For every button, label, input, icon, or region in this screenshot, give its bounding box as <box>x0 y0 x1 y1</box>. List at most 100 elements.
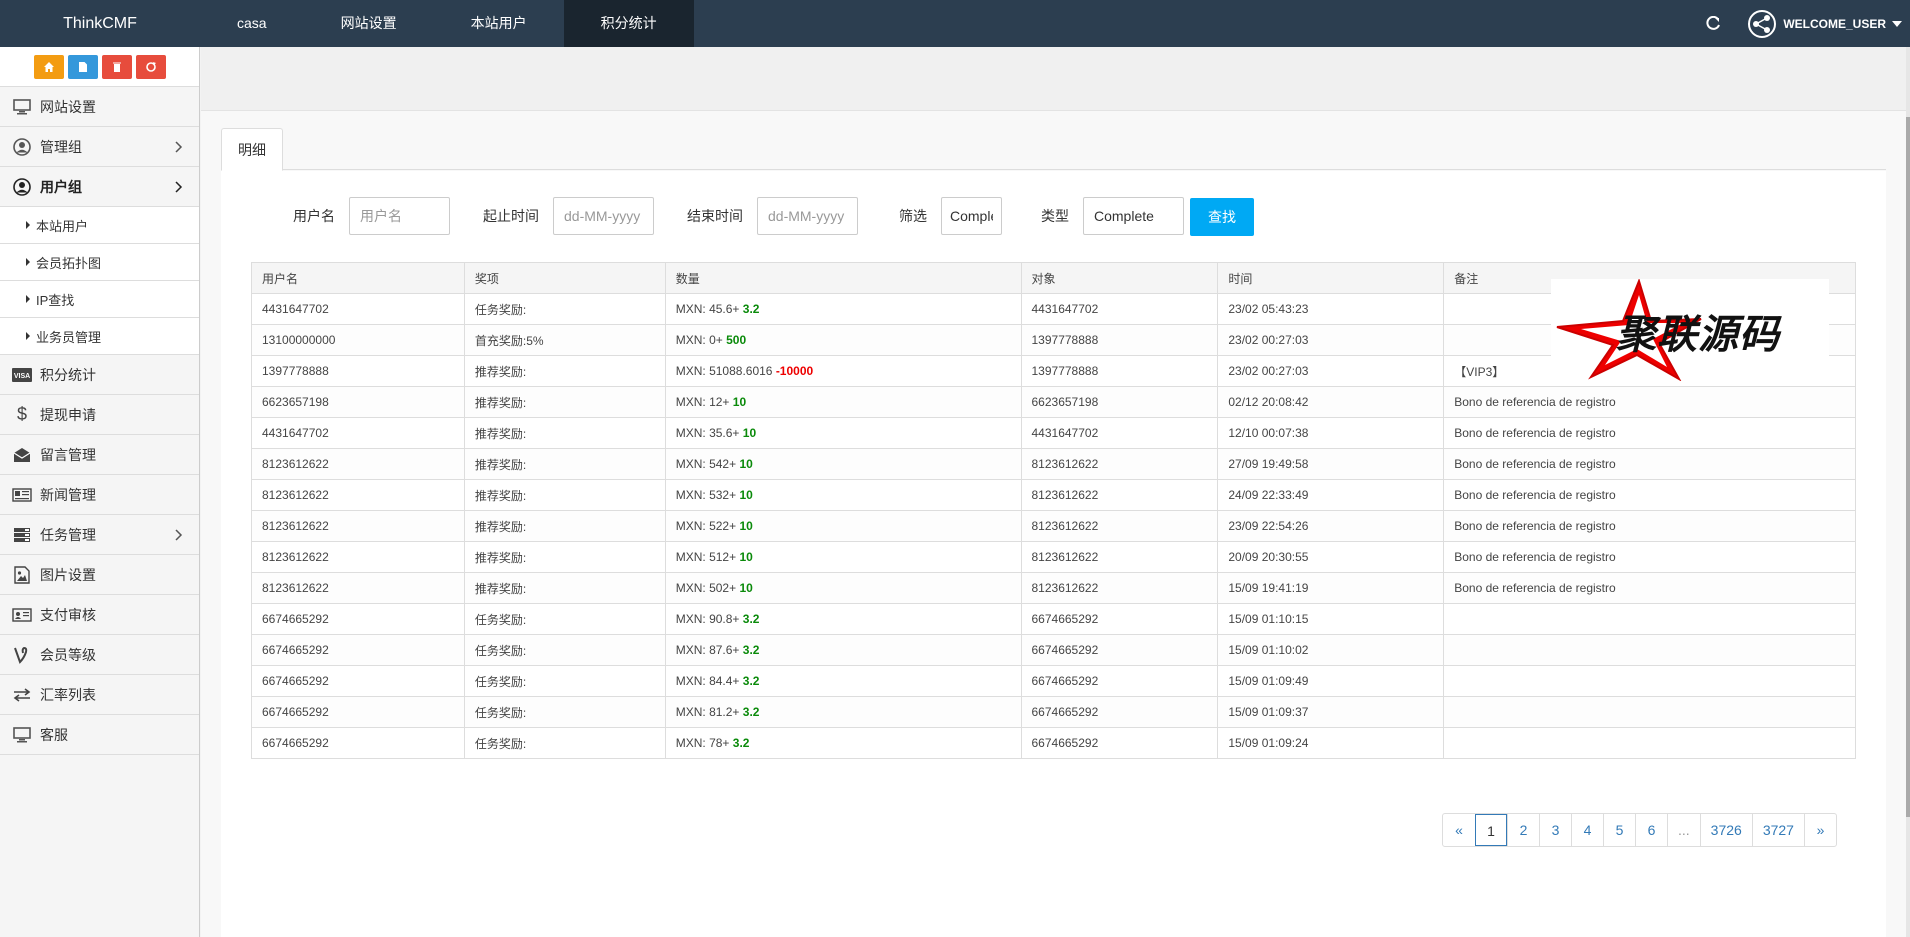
sidebar-subitem-ip-lookup[interactable]: IP查找 <box>0 281 199 318</box>
cell-award: 推荐奖励: <box>463 572 666 604</box>
image-icon <box>12 565 32 584</box>
topnav-site-settings[interactable]: 网站设置 <box>304 0 434 47</box>
sidebar-item-label: 支付审核 <box>40 606 96 623</box>
amount-value: 10 <box>739 488 753 502</box>
recycle-shortcut-button[interactable] <box>135 54 166 79</box>
pagination-page[interactable]: 3726 <box>1699 814 1752 846</box>
sidebar-item-label: 管理组 <box>40 138 82 155</box>
cell-time: 15/09 19:41:19 <box>1217 572 1445 604</box>
caret-right-icon <box>26 258 30 266</box>
refresh-icon[interactable] <box>1705 15 1721 32</box>
sidebar-item-label: 新闻管理 <box>40 486 96 503</box>
sidebar-shortcuts <box>0 47 199 87</box>
end-date-input[interactable] <box>757 197 858 235</box>
file-shortcut-button[interactable] <box>67 54 98 79</box>
pagination-page[interactable]: 1 <box>1475 814 1507 846</box>
brand-logo[interactable]: ThinkCMF <box>0 0 200 47</box>
scrollbar-thumb[interactable] <box>1906 117 1910 817</box>
watermark-text: 聚联源码 <box>1616 312 1780 358</box>
cell-note <box>1443 603 1856 635</box>
tab-details[interactable]: 明细 <box>221 128 283 171</box>
pagination: «1 2 3 4 5 6... 3726 3727» <box>1442 813 1837 847</box>
sidebar-item-admin-group[interactable]: 管理组 <box>0 127 199 167</box>
type-select[interactable] <box>1083 197 1184 235</box>
table-row: 6674665292 任务奖励: MXN: 84.4+ 3.2 6674665292 1… <box>251 665 1856 697</box>
pagination-page: ... <box>1667 814 1700 846</box>
cell-username: 4431647702 <box>251 417 465 449</box>
sidebar-item-news[interactable]: 新闻管理 <box>0 475 199 515</box>
amount-base: MXN: 81.2+ <box>675 705 740 719</box>
sidebar-item-member-levels[interactable]: 会员等级 <box>0 635 199 675</box>
cell-time: 23/02 05:43:23 <box>1217 293 1445 325</box>
pagination-page[interactable]: 5 <box>1603 814 1635 846</box>
sidebar-subitem-site-users[interactable]: 本站用户 <box>0 207 199 244</box>
pagination-prev[interactable]: « <box>1443 814 1475 846</box>
amount-value: 10 <box>732 395 747 409</box>
sidebar-item-label: 会员等级 <box>40 646 96 663</box>
sidebar-item-customer-service[interactable]: 客服 <box>0 715 199 755</box>
sidebar-item-messages[interactable]: 留言管理 <box>0 435 199 475</box>
amount-value: 3.2 <box>742 302 760 316</box>
sidebar-item-site-settings[interactable]: 网站设置 <box>0 87 199 127</box>
cell-target: 1397778888 <box>1020 324 1219 356</box>
sidebar-item-points-stats[interactable]: VISA 积分统计 <box>0 355 199 395</box>
cell-amount: MXN: 81.2+ 3.2 <box>664 696 1022 728</box>
start-date-input[interactable] <box>553 197 654 235</box>
sidebar-subitem-member-topology[interactable]: 会员拓扑图 <box>0 244 199 281</box>
page-scrollbar[interactable] <box>1906 47 1910 937</box>
amount-value: -10000 <box>775 364 814 378</box>
username-input[interactable] <box>349 197 450 235</box>
amount-base: MXN: 522+ <box>675 519 737 533</box>
sidebar-item-tasks[interactable]: 任务管理 <box>0 515 199 555</box>
pagination-page[interactable]: 3 <box>1539 814 1571 846</box>
table-row: 4431647702 推荐奖励: MXN: 35.6+ 10 4431647702 12… <box>251 417 1856 449</box>
cell-time: 24/09 22:33:49 <box>1217 479 1445 511</box>
filter-select[interactable] <box>941 197 1002 235</box>
sidebar-item-user-group[interactable]: 用户组 <box>0 167 199 207</box>
sidebar-subitem-salesman[interactable]: 业务员管理 <box>0 318 199 355</box>
cell-amount: MXN: 45.6+ 3.2 <box>664 293 1022 325</box>
cell-time: 23/02 00:27:03 <box>1217 324 1445 356</box>
table-row: 6674665292 任务奖励: MXN: 87.6+ 3.2 6674665292 1… <box>251 634 1856 666</box>
cell-username: 6623657198 <box>251 386 465 418</box>
topnav-site-users[interactable]: 本站用户 <box>434 0 564 47</box>
svg-text:VISA: VISA <box>14 373 30 380</box>
cell-target: 1397778888 <box>1020 355 1219 387</box>
sidebar-item-images[interactable]: 图片设置 <box>0 555 199 595</box>
cell-username: 6674665292 <box>251 634 465 666</box>
trash-icon <box>112 62 121 72</box>
home-shortcut-button[interactable] <box>33 54 64 79</box>
sidebar-item-exchange-rates[interactable]: 汇率列表 <box>0 675 199 715</box>
pagination-page[interactable]: 6 <box>1635 814 1667 846</box>
caret-down-icon[interactable] <box>1892 20 1902 27</box>
pagination-page[interactable]: 2 <box>1507 814 1539 846</box>
amount-value: 10 <box>739 457 753 471</box>
sidebar-item-withdraw[interactable]: $ 提现申请 <box>0 395 199 435</box>
caret-right-icon <box>26 332 30 340</box>
cell-username: 8123612622 <box>251 448 465 480</box>
table-row: 6674665292 任务奖励: MXN: 90.8+ 3.2 6674665292 1… <box>251 603 1856 635</box>
sidebar-item-label: 图片设置 <box>40 566 96 583</box>
vine-icon <box>12 646 32 664</box>
sidebar-item-label: 用户组 <box>40 178 82 195</box>
topnav-casa[interactable]: casa <box>200 0 304 47</box>
share-network-icon[interactable] <box>1747 9 1777 39</box>
pagination-page[interactable]: 3727 <box>1751 814 1804 846</box>
cell-amount: MXN: 532+ 10 <box>664 479 1022 511</box>
cell-target: 6674665292 <box>1020 727 1219 759</box>
cell-username: 6674665292 <box>251 665 465 697</box>
welcome-user[interactable]: WELCOME_USER <box>1783 17 1886 31</box>
amount-base: MXN: 542+ <box>675 457 737 471</box>
sidebar-subitem-label: 会员拓扑图 <box>36 255 102 271</box>
table-row: 8123612622 推荐奖励: MXN: 532+ 10 8123612622 24/… <box>251 479 1856 511</box>
cell-note: Bono de referencia de registro <box>1443 541 1856 573</box>
pagination-page[interactable]: 4 <box>1571 814 1603 846</box>
topnav-points-stats[interactable]: 积分统计 <box>563 0 694 47</box>
trash-shortcut-button[interactable] <box>101 54 132 79</box>
chevron-right-icon <box>175 181 183 193</box>
cell-award: 推荐奖励: <box>463 479 666 511</box>
pagination-next[interactable]: » <box>1803 814 1836 846</box>
search-button[interactable]: 查找 <box>1190 198 1254 236</box>
sidebar-item-payment-review[interactable]: 支付审核 <box>0 595 199 635</box>
cell-amount: MXN: 78+ 3.2 <box>664 727 1022 759</box>
